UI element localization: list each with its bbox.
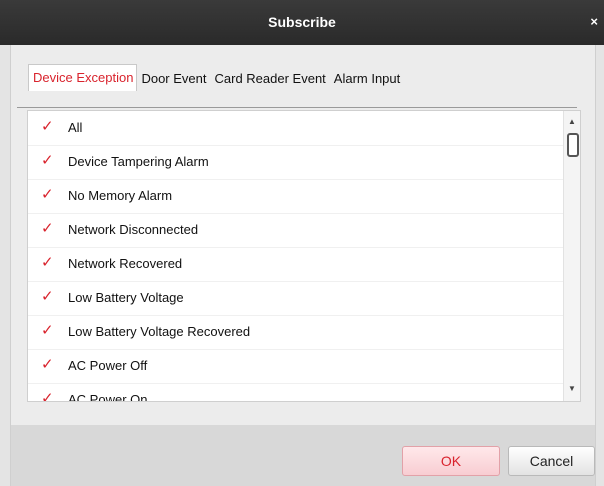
- checkbox-checked-icon[interactable]: ✓: [41, 119, 55, 134]
- cancel-button[interactable]: Cancel: [508, 446, 595, 476]
- list-item-label: Low Battery Voltage: [68, 290, 184, 305]
- checkbox-checked-icon[interactable]: ✓: [41, 153, 55, 168]
- close-icon[interactable]: ×: [590, 14, 598, 29]
- list-item[interactable]: ✓ Low Battery Voltage: [28, 281, 563, 316]
- list-item-label: AC Power Off: [68, 358, 148, 373]
- list-item-label: AC Power On: [68, 392, 148, 402]
- list-item[interactable]: ✓ All: [28, 111, 563, 146]
- list-item[interactable]: ✓ Low Battery Voltage Recovered: [28, 315, 563, 350]
- checkbox-checked-icon[interactable]: ✓: [41, 255, 55, 270]
- scroll-up-icon[interactable]: ▲: [568, 117, 576, 126]
- dialog-title: Subscribe: [268, 14, 336, 30]
- tab-door-event[interactable]: Door Event: [137, 67, 210, 91]
- tab-device-exception[interactable]: Device Exception: [28, 64, 138, 91]
- checkbox-checked-icon[interactable]: ✓: [41, 391, 55, 401]
- tab-card-reader-event[interactable]: Card Reader Event: [211, 67, 330, 91]
- list-item-label: Network Disconnected: [68, 222, 199, 237]
- event-list: ✓ All ✓ Device Tampering Alarm ✓ No Memo…: [27, 110, 581, 402]
- list-item-label: All: [68, 120, 83, 135]
- list-item[interactable]: ✓ Device Tampering Alarm: [28, 145, 563, 180]
- list-item-label: Low Battery Voltage Recovered: [68, 324, 251, 339]
- checkbox-checked-icon[interactable]: ✓: [41, 289, 55, 304]
- checkbox-checked-icon[interactable]: ✓: [41, 221, 55, 236]
- tab-divider: [17, 107, 577, 108]
- list-item[interactable]: ✓ No Memory Alarm: [28, 179, 563, 214]
- list-item-label: Device Tampering Alarm: [68, 154, 209, 169]
- tab-alarm-input[interactable]: Alarm Input: [330, 67, 404, 91]
- checkbox-checked-icon[interactable]: ✓: [41, 323, 55, 338]
- scroll-thumb[interactable]: [567, 133, 579, 157]
- checkbox-checked-icon[interactable]: ✓: [41, 357, 55, 372]
- list-item-label: No Memory Alarm: [68, 188, 173, 203]
- title-bar: Subscribe ×: [0, 0, 604, 45]
- list-item[interactable]: ✓ Network Recovered: [28, 247, 563, 282]
- checkbox-checked-icon[interactable]: ✓: [41, 187, 55, 202]
- list-item[interactable]: ✓ AC Power On: [28, 383, 563, 402]
- list-item[interactable]: ✓ AC Power Off: [28, 349, 563, 384]
- subscribe-dialog: Subscribe × Device Exception Door Event …: [0, 0, 604, 486]
- list-item[interactable]: ✓ Network Disconnected: [28, 213, 563, 248]
- scroll-down-icon[interactable]: ▼: [568, 384, 576, 393]
- list-item-label: Network Recovered: [68, 256, 183, 271]
- vertical-scrollbar[interactable]: ▲ ▼: [563, 111, 580, 401]
- ok-button[interactable]: OK: [402, 446, 500, 476]
- dialog-footer: OK Cancel: [10, 425, 596, 486]
- event-tabs: Device Exception Door Event Card Reader …: [28, 64, 404, 91]
